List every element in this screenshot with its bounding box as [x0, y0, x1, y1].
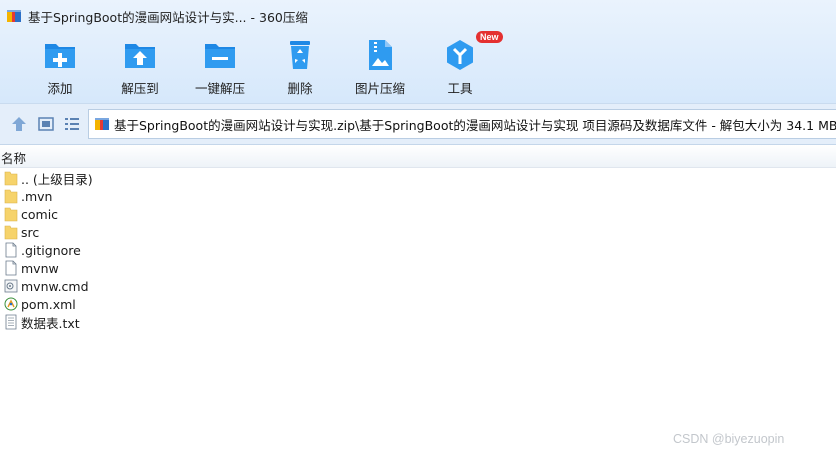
one-click-extract-button[interactable]: 一键解压 [180, 38, 260, 98]
toolbar: 添加 解压到 一键解压 删除 图片压缩 New 工具 [20, 31, 503, 98]
tools-label: 工具 [447, 81, 473, 96]
list-item[interactable]: comic [4, 205, 93, 223]
column-header: 名称 [0, 145, 836, 168]
file-name: 数据表.txt [21, 315, 80, 331]
file-name: .gitignore [21, 242, 81, 258]
file-name: mvnw.cmd [21, 278, 89, 294]
file-name: comic [21, 206, 59, 222]
file-name: mvnw [21, 260, 59, 276]
file-list: .. (上级目录) .mvn comic src .gitignore mvnw… [4, 169, 93, 331]
file-icon [5, 260, 17, 276]
window-title: 基于SpringBoot的漫画网站设计与实... - 360压缩 [28, 9, 308, 25]
tools-button[interactable]: New 工具 [420, 31, 503, 98]
add-icon [45, 44, 75, 68]
list-item[interactable]: src [4, 223, 93, 241]
file-name: pom.xml [21, 296, 76, 312]
list-item[interactable]: mvnw.cmd [4, 277, 93, 295]
archive-app-icon [7, 10, 21, 22]
folder-icon [4, 189, 18, 204]
up-arrow-icon[interactable] [10, 115, 28, 133]
address-row: 基于SpringBoot的漫画网站设计与实现.zip\基于SpringBoot的… [0, 103, 836, 145]
file-icon [5, 242, 17, 258]
delete-label: 删除 [287, 81, 313, 96]
watermark: CSDN @biyezuopin [673, 432, 785, 446]
list-item[interactable]: pom.xml [4, 295, 93, 313]
list-item-parent-dir[interactable]: .. (上级目录) [4, 169, 93, 187]
list-item[interactable]: .mvn [4, 187, 93, 205]
new-badge: New [476, 31, 503, 43]
list-view-icon[interactable] [63, 115, 81, 133]
zip-archive-icon [95, 118, 109, 130]
list-item[interactable]: mvnw [4, 259, 93, 277]
folder-icon [4, 225, 18, 240]
folder-icon [4, 207, 18, 222]
file-name: .mvn [21, 188, 53, 204]
column-name-header[interactable]: 名称 [1, 148, 26, 167]
text-file-icon [5, 314, 17, 330]
top-panel: 基于SpringBoot的漫画网站设计与实... - 360压缩 添加 解压到 [0, 0, 836, 103]
file-name: src [21, 224, 40, 240]
title-bar: 基于SpringBoot的漫画网站设计与实... - 360压缩 [6, 7, 308, 25]
delete-button[interactable]: 删除 [260, 38, 340, 98]
extract-to-label: 解压到 [121, 81, 159, 96]
extract-to-button[interactable]: 解压到 [100, 38, 180, 98]
add-label: 添加 [47, 81, 73, 96]
cmd-file-icon [4, 279, 18, 293]
folder-icon [4, 171, 18, 186]
add-button[interactable]: 添加 [20, 38, 100, 98]
recycle-bin-icon [290, 41, 310, 69]
image-compress-icon [369, 40, 392, 70]
xml-file-icon [4, 297, 18, 311]
extract-to-icon [125, 44, 155, 68]
image-compress-label: 图片压缩 [354, 81, 405, 96]
tools-icon [447, 40, 473, 70]
list-item[interactable]: .gitignore [4, 241, 93, 259]
file-name: .. (上级目录) [21, 171, 93, 187]
address-path: 基于SpringBoot的漫画网站设计与实现.zip\基于SpringBoot的… [114, 117, 836, 133]
address-bar[interactable]: 基于SpringBoot的漫画网站设计与实现.zip\基于SpringBoot的… [88, 109, 836, 139]
list-item[interactable]: 数据表.txt [4, 313, 93, 331]
thumbnail-view-icon[interactable] [37, 115, 55, 133]
image-compress-button[interactable]: 图片压缩 [340, 38, 420, 98]
one-click-extract-icon [205, 44, 235, 68]
one-click-extract-label: 一键解压 [194, 81, 245, 96]
